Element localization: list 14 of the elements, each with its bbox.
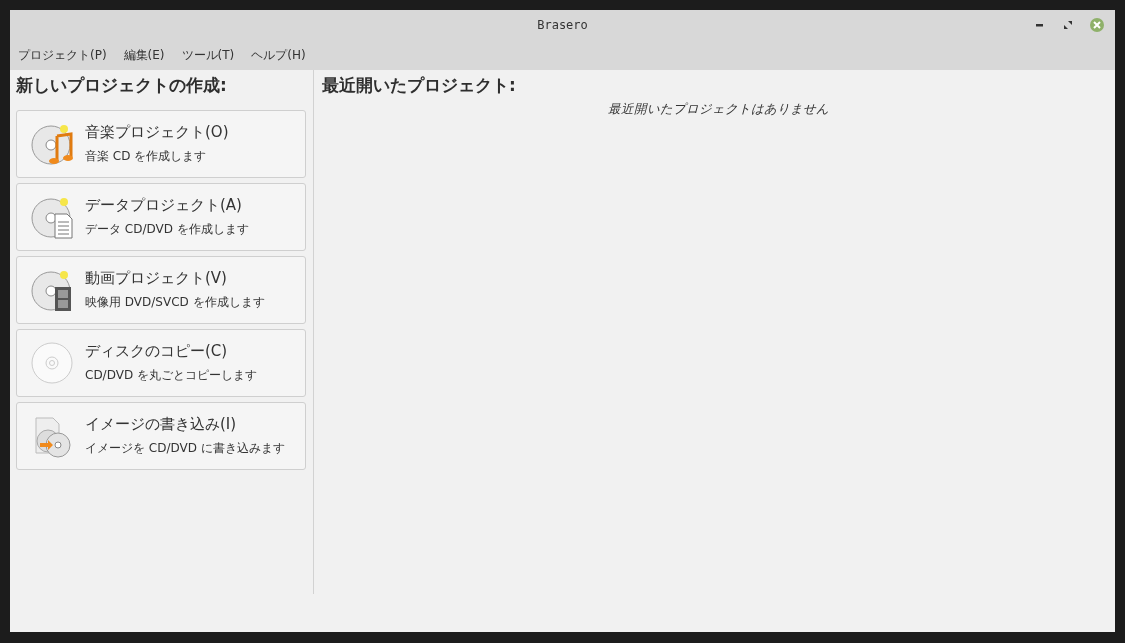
empty-message: 最近開いたプロジェクトはありません	[607, 101, 830, 118]
menu-item[interactable]: 編集(E)	[123, 46, 165, 64]
project-type-button[interactable]: 音楽プロジェクト(O) 音楽 CD を作成します	[16, 110, 306, 178]
menu-item[interactable]: ツール(T)	[181, 46, 235, 64]
project-type-button[interactable]: データプロジェクト(A) データ CD/DVD を作成します	[16, 183, 306, 251]
menu-item[interactable]: ヘルプ(H)	[251, 46, 306, 64]
menu-item[interactable]: プロジェクト(P)	[18, 46, 107, 64]
project-type-button[interactable]: 動画プロジェクト(V) 映像用 DVD/SVCD を作成します	[16, 256, 306, 324]
section-heading: 最近開いたプロジェクト:	[322, 74, 517, 97]
maximize-icon[interactable]	[1061, 18, 1075, 32]
window-title: Brasero	[537, 18, 588, 32]
section-heading: 新しいプロジェクトの作成:	[16, 74, 228, 97]
project-type-button[interactable]: ディスクのコピー(C) CD/DVD を丸ごとコピーします	[16, 329, 306, 397]
project-type-button[interactable]: イメージの書き込み(I) イメージを CD/DVD に書き込みます	[16, 402, 306, 470]
